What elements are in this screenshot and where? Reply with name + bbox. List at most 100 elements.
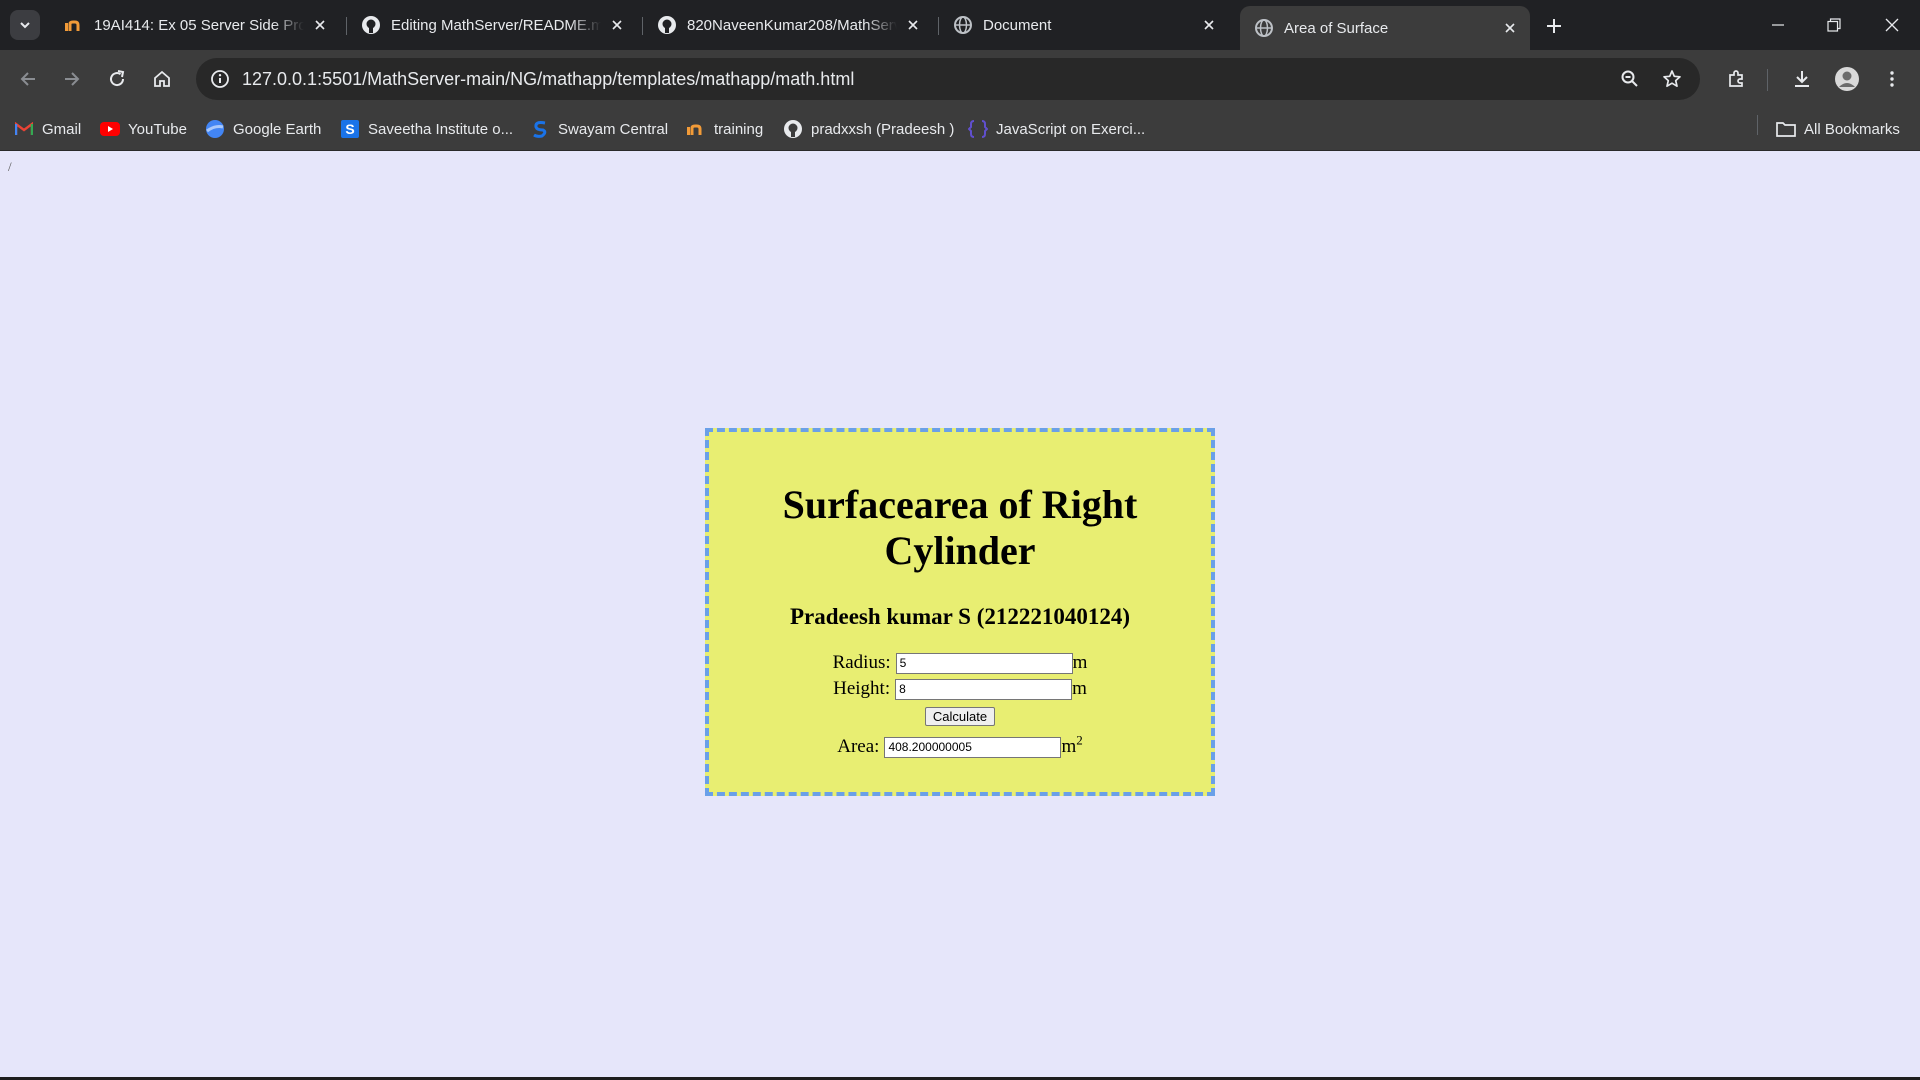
bookmark-star-button[interactable] [1656,63,1688,95]
bookmark-label: pradxxsh (Pradeesh ) [811,120,955,138]
tab-title: Editing MathServer/README.md [391,16,601,34]
extensions-button[interactable] [1720,63,1752,95]
tab-1[interactable]: Editing MathServer/README.md [347,8,637,42]
radius-label: Radius: [832,652,891,673]
swayam-icon [530,119,550,139]
zoom-icon [1621,70,1638,87]
height-input[interactable] [895,678,1073,700]
tab-title: Area of Surface [1284,19,1389,37]
new-tab-button[interactable] [1540,12,1568,40]
bookmark-exercism[interactable]: JavaScript on Exerci... [968,117,1145,141]
tab-3[interactable]: Document [939,8,1229,42]
svg-text:S: S [345,121,354,137]
close-icon[interactable] [607,15,627,35]
path-text: / [8,159,12,174]
calculator-box: Surfacearea of Right Cylinder Pradeesh k… [705,428,1215,796]
bookmark-saveetha[interactable]: S Saveetha Institute o... [340,117,513,141]
zoom-button[interactable] [1614,63,1646,95]
tab-strip: 19AI414: Ex 05 Server Side Proc Editing … [0,0,1920,50]
arrow-left-icon [20,72,35,86]
restore-icon [1827,18,1841,32]
restore-button[interactable] [1806,0,1862,50]
minimize-button[interactable] [1750,0,1806,50]
plus-icon [1547,19,1561,33]
tab-0[interactable]: 19AI414: Ex 05 Server Side Proc [50,8,340,42]
bookmark-label: Swayam Central [558,120,669,138]
exercism-icon [968,119,988,139]
bookmark-youtube[interactable]: YouTube [100,117,187,141]
back-button[interactable] [12,63,44,95]
bookmark-github-profile[interactable]: pradxxsh (Pradeesh ) [783,117,954,141]
menu-button[interactable] [1876,63,1908,95]
area-unit-base: m [1061,736,1077,757]
home-button[interactable] [146,63,178,95]
in-logo-icon [686,119,706,139]
area-output[interactable] [884,736,1062,758]
globe-icon [1254,18,1274,38]
avatar [1835,67,1859,91]
bookmark-label: Gmail [42,120,82,138]
bookmark-gmail[interactable]: Gmail [14,117,81,141]
tab-2[interactable]: 820NaveenKumar208/MathServ [643,8,933,42]
saveetha-icon: S [340,119,360,139]
all-bookmarks-label: All Bookmarks [1804,120,1900,138]
bookmark-label: JavaScript on Exerci... [996,120,1146,138]
height-row: Height: m [709,678,1211,700]
close-icon[interactable] [1199,15,1219,35]
reload-button[interactable] [101,63,133,95]
gmail-icon [14,119,34,139]
tab-4-active[interactable]: Area of Surface [1240,6,1530,50]
puzzle-icon [1729,70,1743,87]
height-label: Height: [833,678,891,699]
google-earth-icon [205,119,225,139]
globe-icon [953,15,973,35]
close-window-icon [1885,18,1899,32]
in-logo-icon [64,15,84,35]
reload-icon [110,70,125,87]
bookmark-label: Google Earth [233,120,322,138]
youtube-icon [100,119,120,139]
tab-title: 820NaveenKumar208/MathServ [687,16,897,34]
calculate-button[interactable]: Calculate [924,707,996,726]
author-name: Pradeesh kumar S (212221040124) [789,604,1131,629]
toolbar: 127.0.0.1:5501/MathServer-main/NG/mathap… [0,50,1920,108]
downloads-button[interactable] [1786,63,1818,95]
bookmark-google-earth[interactable]: Google Earth [205,117,321,141]
arrow-right-icon [65,72,80,86]
profile-button[interactable] [1831,63,1863,95]
minimize-icon [1772,24,1784,26]
forward-button[interactable] [56,63,88,95]
bookmark-swayam[interactable]: Swayam Central [530,117,668,141]
chevron-down-icon [20,22,30,29]
close-icon[interactable] [903,15,923,35]
bookmark-label: YouTube [128,120,187,138]
radius-row: Radius: m [709,652,1211,674]
address-bar[interactable]: 127.0.0.1:5501/MathServer-main/NG/mathap… [196,58,1700,100]
area-unit-exponent: 2 [1076,732,1083,748]
tab-search-button[interactable] [10,10,40,40]
area-label: Area: [837,736,880,757]
all-bookmarks-button[interactable]: All Bookmarks [1776,117,1900,141]
kebab-menu-icon [1890,71,1894,87]
height-unit: m [1072,678,1087,699]
github-icon [783,119,803,139]
github-icon [361,15,381,35]
bookmarks-bar: Gmail YouTube Google Earth S Saveetha In… [0,108,1920,151]
page-content: / Surfacearea of Right Cylinder Pradeesh… [0,151,1920,1080]
home-icon [154,70,170,87]
url-text[interactable]: 127.0.0.1:5501/MathServer-main/NG/mathap… [242,69,854,90]
bookmark-label: Saveetha Institute o... [368,120,514,138]
download-icon [1795,71,1809,87]
close-icon[interactable] [310,15,330,35]
bookmark-training[interactable]: training [686,117,763,141]
tab-title: 19AI414: Ex 05 Server Side Proc [94,16,304,34]
folder-icon [1776,119,1796,139]
star-icon [1663,70,1681,88]
info-icon [211,70,229,88]
site-info-button[interactable] [204,63,236,95]
tab-title: Document [983,16,1052,34]
close-window-button[interactable] [1864,0,1920,50]
radius-input[interactable] [895,652,1073,674]
close-icon[interactable] [1500,18,1520,38]
area-unit: m2 [1061,732,1083,758]
